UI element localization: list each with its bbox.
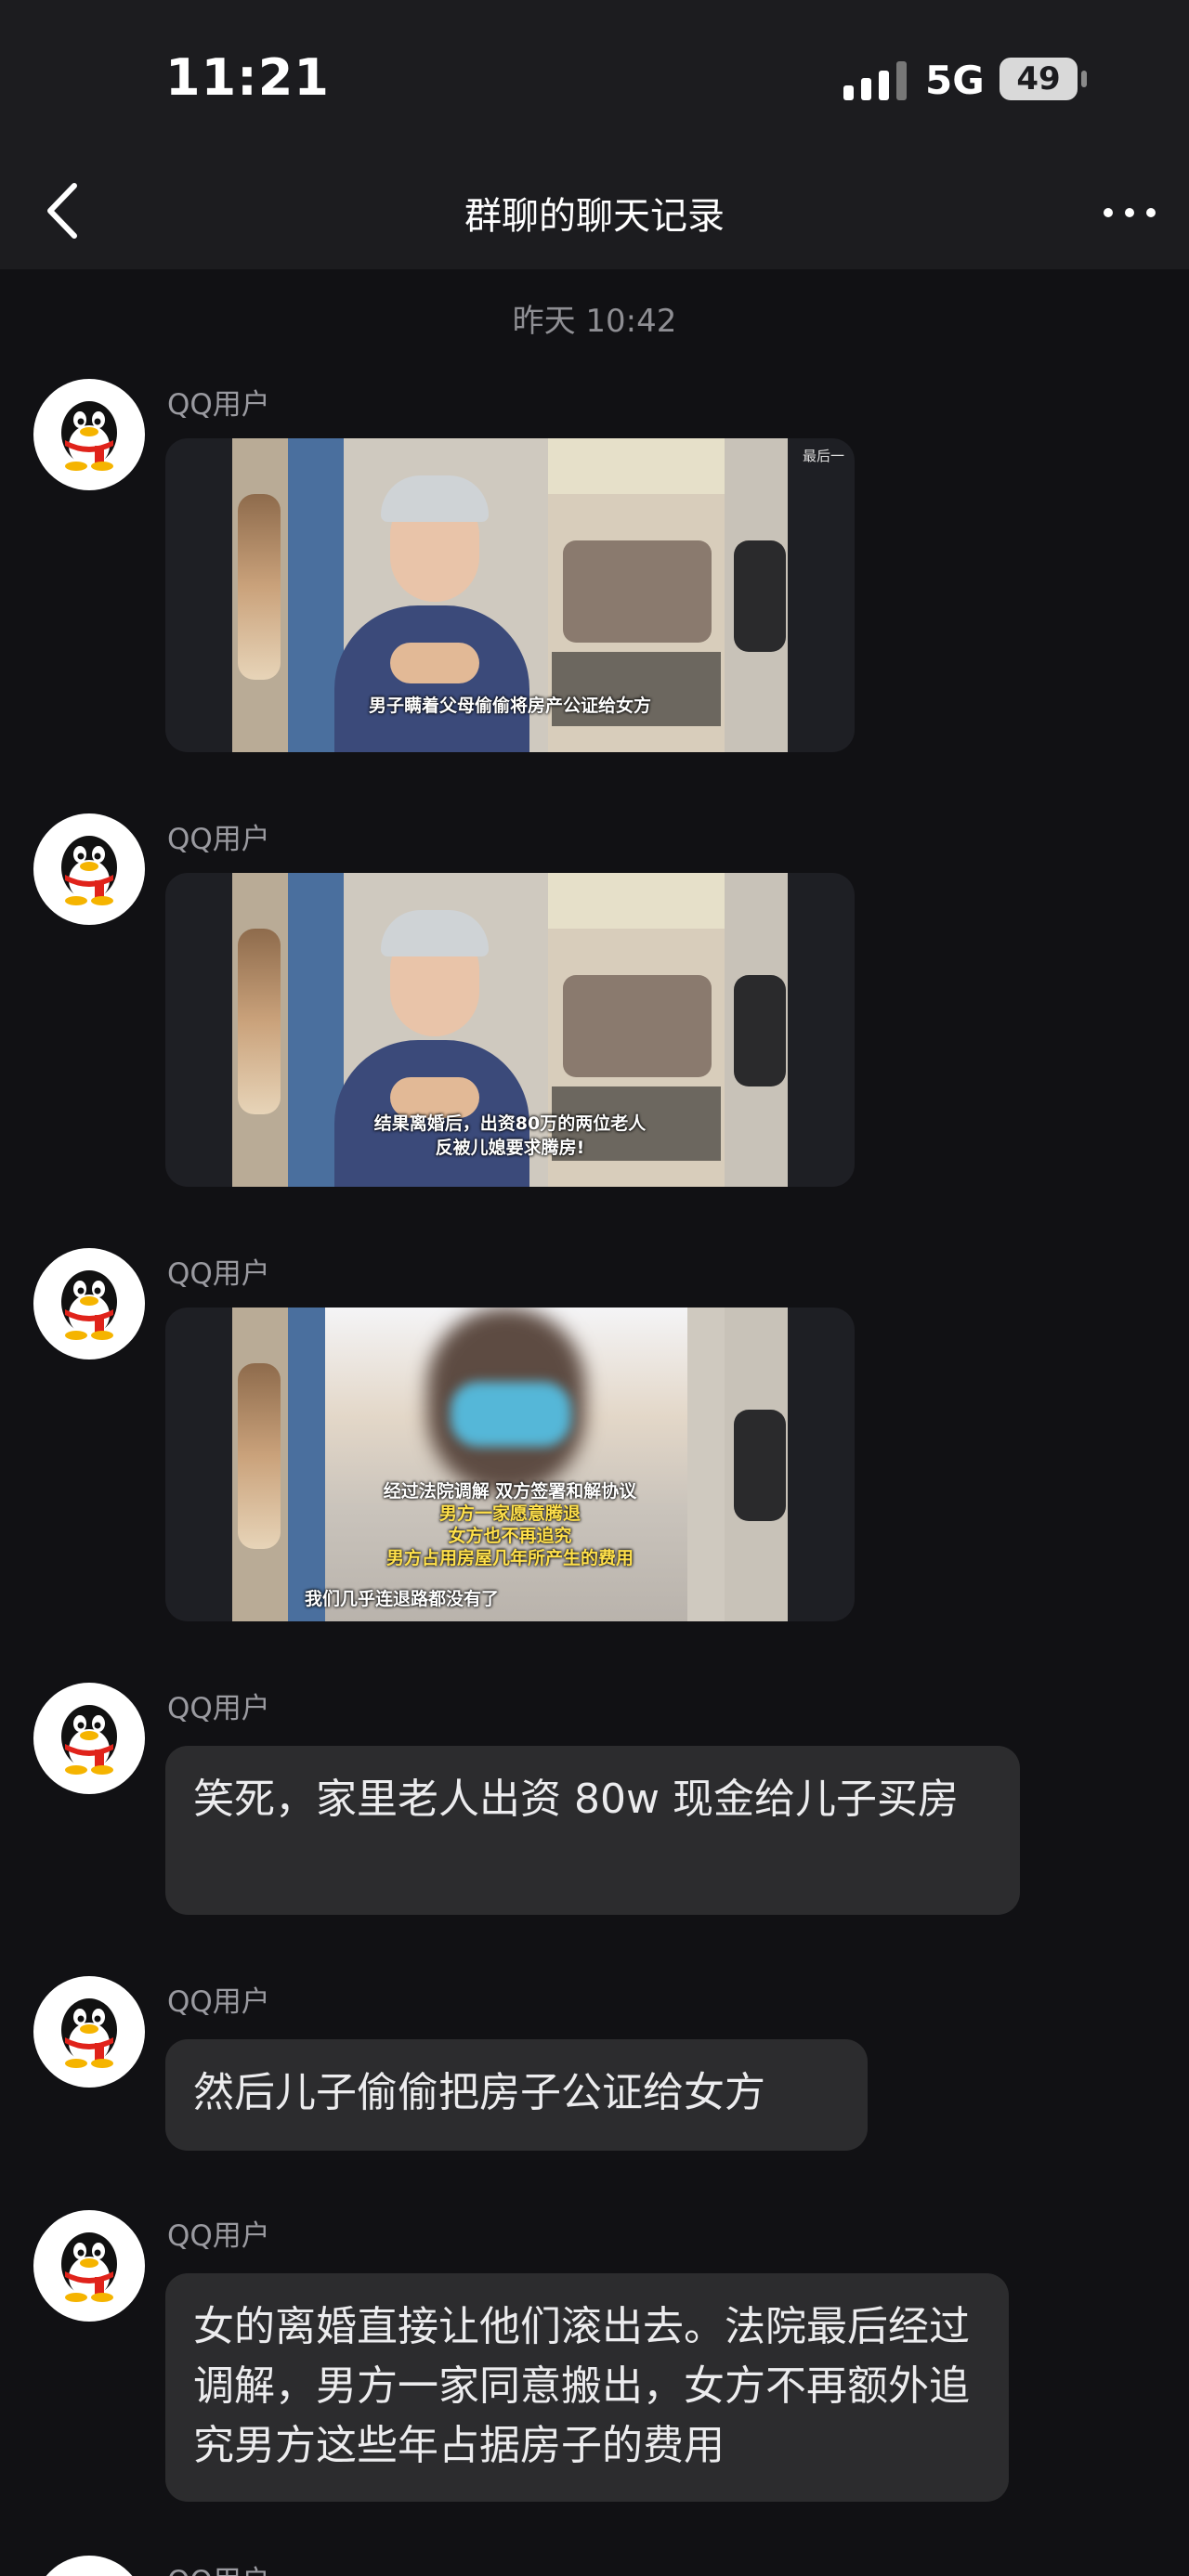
chat-message: QQ用户 笑死，家里老人出资 80w 现金给儿子买房 <box>0 1683 1189 1924</box>
qq-penguin-icon <box>61 401 117 471</box>
video-caption: 女方也不再追究 <box>448 1526 572 1546</box>
sender-name: QQ用户 <box>167 1692 270 1725</box>
video-thumbnail: 男子瞒着父母偷偷将房产公证给女方 <box>232 438 788 752</box>
page-title: 群聊的聊天记录 <box>464 195 725 238</box>
more-button[interactable] <box>1092 175 1167 249</box>
video-caption: 经过法院调解 双方签署和解协议 <box>383 1481 637 1502</box>
battery-cap <box>1081 71 1087 87</box>
avatar[interactable] <box>33 1683 145 1794</box>
avatar[interactable] <box>33 379 145 490</box>
status-bar: 11:21 5G 49 <box>0 0 1189 158</box>
text-bubble[interactable]: 女的离婚直接让他们滚出去。法院最后经过调解，男方一家同意搬出，女方不再额外追究男… <box>165 2273 1009 2502</box>
video-message[interactable]: 结果离婚后，出资80万的两位老人 反被儿媳要求腾房! <box>165 873 855 1187</box>
text-bubble[interactable]: 笑死，家里老人出资 80w 现金给儿子买房 <box>165 1746 1020 1915</box>
sender-name: QQ用户 <box>167 2219 270 2253</box>
avatar[interactable] <box>33 813 145 925</box>
chat-timestamp: 昨天 10:42 <box>512 303 677 340</box>
video-thumbnail: 经过法院调解 双方签署和解协议 男方一家愿意腾退 女方也不再追究 男方占用房屋几… <box>232 1308 788 1621</box>
sender-name: QQ用户 <box>167 1257 270 1291</box>
qq-penguin-icon <box>61 1998 117 2068</box>
video-corner-text: 最后一 <box>803 448 845 464</box>
qq-penguin-icon <box>61 2232 117 2302</box>
video-caption: 男方占用房屋几年所产生的费用 <box>385 1548 634 1568</box>
video-caption: 结果离婚后，出资80万的两位老人 <box>373 1113 647 1134</box>
sender-name: QQ用户 <box>167 388 270 422</box>
text-bubble[interactable]: 然后儿子偷偷把房子公证给女方 <box>165 2039 868 2151</box>
video-caption: 我们几乎连退路都没有了 <box>305 1589 500 1609</box>
qq-penguin-icon <box>61 836 117 905</box>
chat-message: QQ用户 男子瞒着父母偷偷将房产公证给女方 最后一 <box>0 379 1189 760</box>
chat-message: QQ用户 结果离婚后，出资80万的两位老人 反被儿媳要求腾房! <box>0 813 1189 1194</box>
network-type: 5G <box>925 58 985 103</box>
sender-name: QQ用户 <box>167 823 270 856</box>
video-message[interactable]: 男子瞒着父母偷偷将房产公证给女方 最后一 <box>165 438 855 752</box>
sender-name: QQ用户 <box>167 2557 270 2576</box>
qq-penguin-icon <box>61 1270 117 1340</box>
qq-penguin-icon <box>61 1705 117 1775</box>
chat-message: QQ用户 经过法院调解 双方签署和解协议 男方一家愿意腾退 女方也不再追究 男方… <box>0 1248 1189 1629</box>
video-message[interactable]: 经过法院调解 双方签署和解协议 男方一家愿意腾退 女方也不再追究 男方占用房屋几… <box>165 1308 855 1621</box>
sender-name: QQ用户 <box>167 1985 270 2019</box>
chat-message: QQ用户 然后儿子偷偷把房子公证给女方 <box>0 1976 1189 2162</box>
avatar[interactable] <box>33 1248 145 1360</box>
qq-penguin-icon <box>33 2556 145 2576</box>
status-time: 11:21 <box>165 48 330 107</box>
chat-message: QQ用户 <box>0 2556 1189 2576</box>
battery-level: 49 <box>1016 60 1061 98</box>
video-caption: 反被儿媳要求腾房! <box>435 1138 585 1158</box>
avatar[interactable] <box>33 2210 145 2322</box>
signal-icon <box>843 61 907 100</box>
chat-message: QQ用户 女的离婚直接让他们滚出去。法院最后经过调解，男方一家同意搬出，女方不再… <box>0 2210 1189 2507</box>
nav-bar: 群聊的聊天记录 <box>0 158 1189 269</box>
avatar[interactable] <box>33 1976 145 2088</box>
battery-icon: 49 <box>1000 58 1078 100</box>
avatar[interactable] <box>33 2556 145 2576</box>
video-thumbnail: 结果离婚后，出资80万的两位老人 反被儿媳要求腾房! <box>232 873 788 1187</box>
video-caption: 男子瞒着父母偷偷将房产公证给女方 <box>368 696 651 716</box>
video-caption: 男方一家愿意腾退 <box>438 1503 581 1524</box>
